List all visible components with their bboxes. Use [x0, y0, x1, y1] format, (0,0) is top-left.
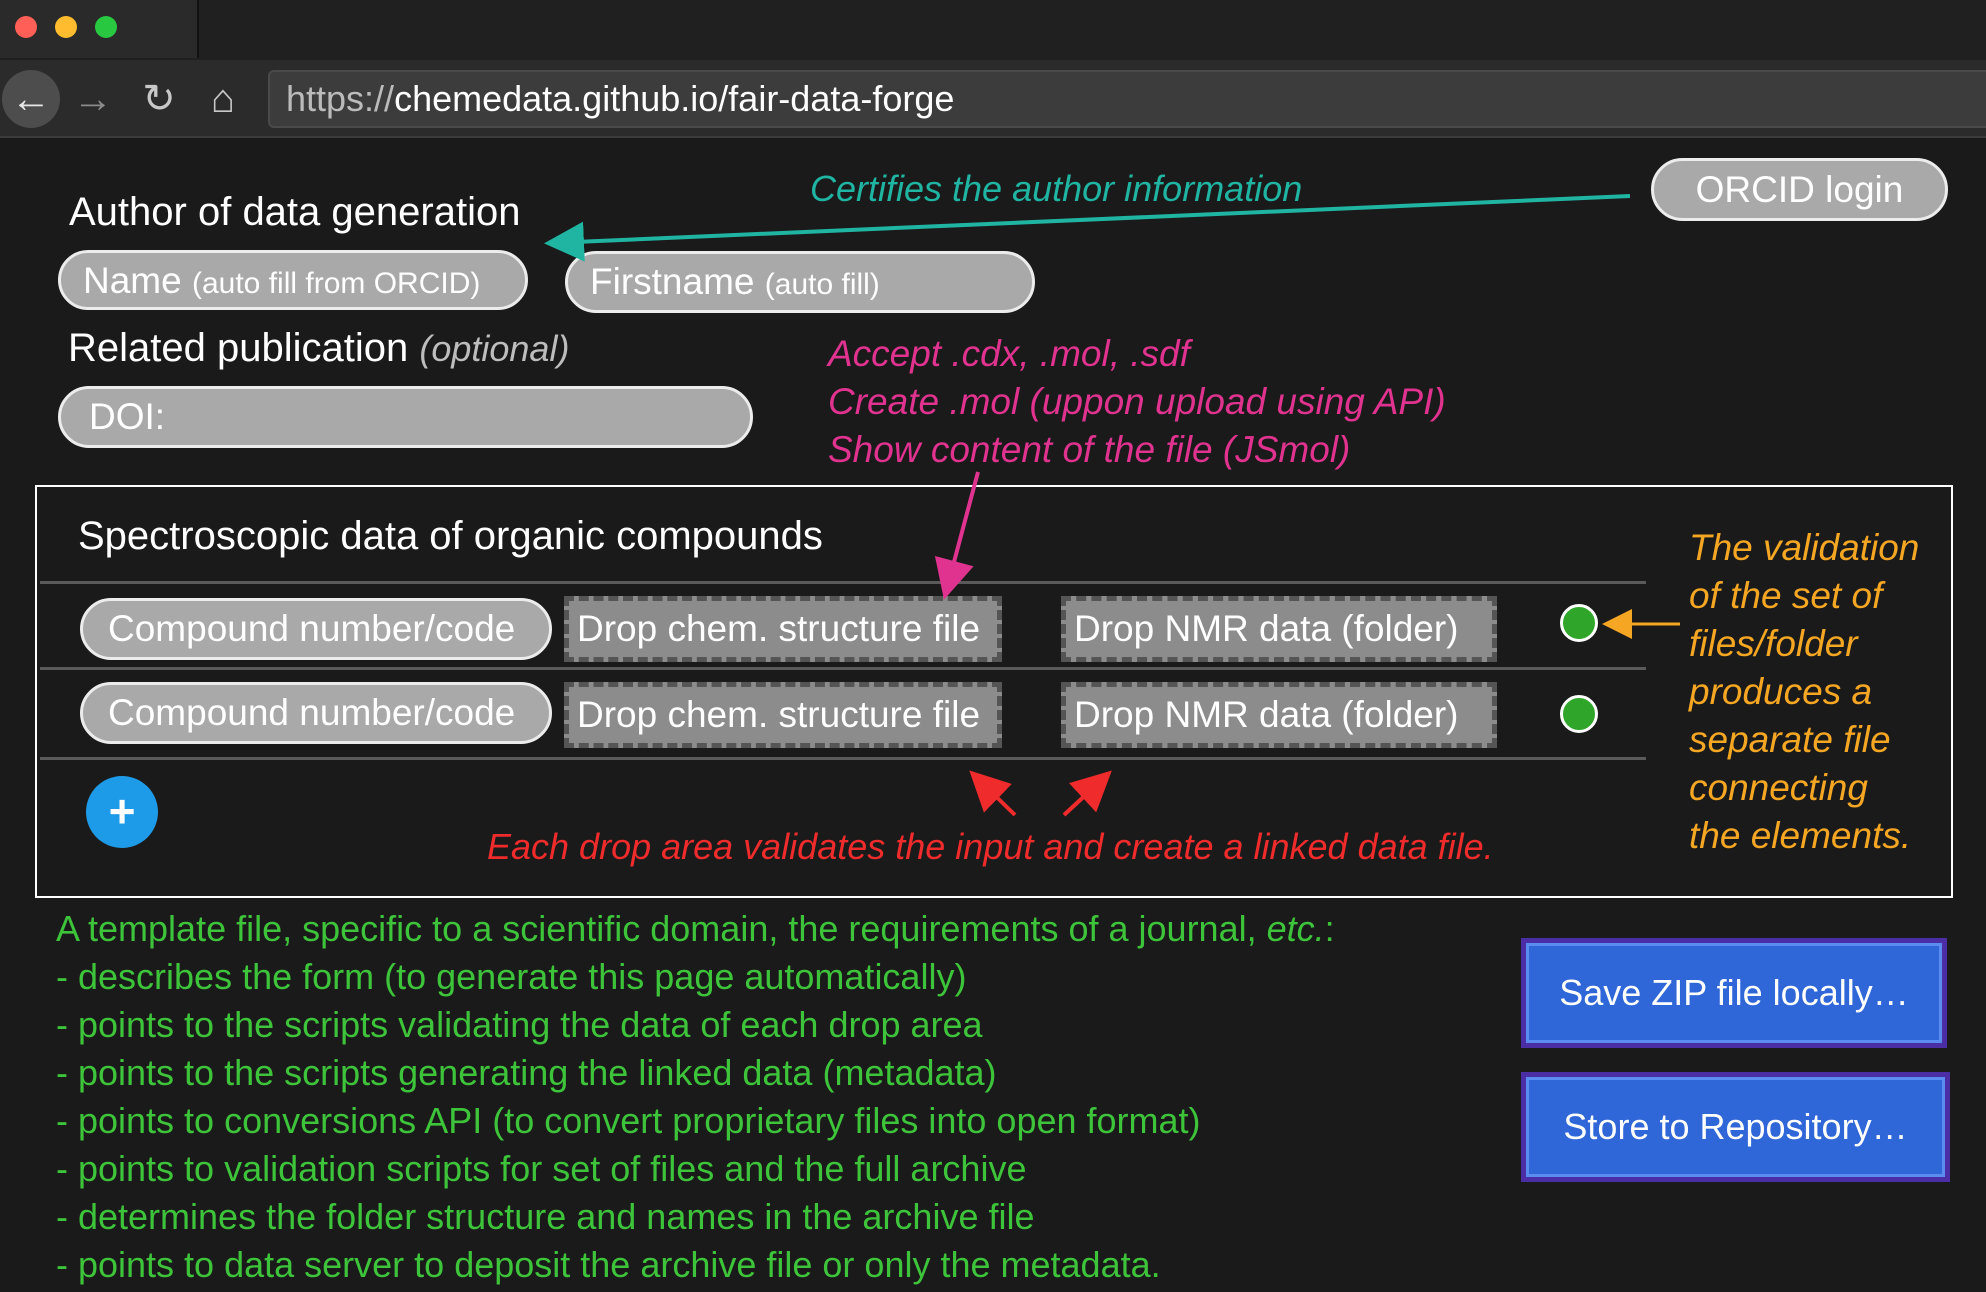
doi-field[interactable]: DOI:: [58, 386, 753, 448]
name-field[interactable]: Name (auto fill from ORCID): [58, 250, 528, 310]
status-ok-icon: [1560, 695, 1598, 733]
optional-tag: (optional): [419, 328, 570, 369]
url-host-path: chemedata.github.io/fair-data-forge: [394, 78, 955, 119]
template-item: - points to conversions API (to convert …: [56, 1100, 1201, 1141]
nmr-drop-area[interactable]: Drop NMR data (folder): [1061, 682, 1497, 748]
forward-arrow-icon[interactable]: →: [66, 72, 120, 126]
template-item: - points to validation scripts for set o…: [56, 1148, 1027, 1189]
template-item: - points to the scripts validating the d…: [56, 1004, 983, 1045]
publication-heading: Related publication (optional): [68, 326, 569, 371]
validation-annotation-line: of the set of: [1689, 575, 1883, 616]
template-item: - determines the folder structure and na…: [56, 1196, 1035, 1237]
template-intro-etc: etc.: [1266, 908, 1325, 949]
template-item: - describes the form (to generate this p…: [56, 956, 967, 997]
store-repository-button[interactable]: Store to Repository…: [1521, 1072, 1950, 1182]
compound-code-field[interactable]: Compound number/code: [80, 682, 552, 744]
compound-code-field[interactable]: Compound number/code: [80, 598, 552, 660]
template-intro-end: :: [1324, 908, 1335, 949]
firstname-field[interactable]: Firstname (auto fill): [565, 251, 1035, 313]
save-zip-button[interactable]: Save ZIP file locally…: [1521, 938, 1947, 1048]
orcid-annotation: Certifies the author information: [810, 168, 1303, 209]
validation-annotation-line: produces a: [1689, 671, 1873, 712]
reload-icon[interactable]: ↻: [132, 72, 186, 126]
validation-annotation-line: the elements.: [1689, 815, 1912, 856]
template-item: - points to the scripts generating the l…: [56, 1052, 997, 1093]
back-arrow-icon[interactable]: ←: [2, 70, 60, 128]
firstname-field-hint: (auto fill): [764, 268, 880, 301]
nmr-drop-area[interactable]: Drop NMR data (folder): [1061, 596, 1497, 662]
validation-annotation: The validation of the set of files/folde…: [1689, 524, 1919, 860]
template-intro: A template file, specific to a scientifi…: [56, 905, 1335, 953]
author-heading: Author of data generation: [69, 190, 521, 234]
validation-annotation-line: The validation: [1689, 527, 1920, 568]
panel-title: Spectroscopic data of organic compounds: [78, 514, 823, 558]
structure-annotation: Accept .cdx, .mol, .sdf Create .mol (upp…: [828, 330, 1446, 474]
drop-area-annotation: Each drop area validates the input and c…: [487, 826, 1494, 867]
home-icon[interactable]: ⌂: [196, 72, 250, 126]
divider: [40, 667, 1646, 670]
orcid-login-button[interactable]: ORCID login: [1651, 158, 1948, 221]
window-titlebar: [0, 0, 1986, 60]
divider: [40, 581, 1646, 584]
publication-heading-text: Related publication: [68, 326, 409, 370]
firstname-field-label: Firstname: [590, 261, 755, 302]
name-field-hint: (auto fill from ORCID): [191, 267, 481, 300]
structure-drop-area[interactable]: Drop chem. structure file: [564, 682, 1002, 748]
name-field-label: Name: [83, 260, 182, 301]
structure-drop-area[interactable]: Drop chem. structure file: [564, 596, 1002, 662]
window-minimize-button[interactable]: [55, 16, 77, 38]
template-item: - points to data server to deposit the a…: [56, 1244, 1161, 1285]
address-bar-url[interactable]: https://chemedata.github.io/fair-data-fo…: [286, 78, 954, 120]
validation-annotation-line: separate file: [1689, 719, 1891, 760]
window-close-button[interactable]: [15, 16, 37, 38]
divider: [40, 757, 1646, 760]
window-maximize-button[interactable]: [95, 16, 117, 38]
structure-annotation-line: Show content of the file (JSmol): [828, 429, 1351, 470]
validation-annotation-line: files/folder: [1689, 623, 1858, 664]
plus-icon[interactable]: +: [86, 776, 158, 848]
validation-annotation-line: connecting: [1689, 767, 1868, 808]
template-description: A template file, specific to a scientifi…: [56, 905, 1335, 1289]
url-scheme: https://: [286, 78, 395, 119]
structure-annotation-line: Accept .cdx, .mol, .sdf: [828, 333, 1190, 374]
status-ok-icon: [1560, 604, 1598, 642]
structure-annotation-line: Create .mol (uppon upload using API): [828, 381, 1446, 422]
template-intro-text: A template file, specific to a scientifi…: [56, 908, 1267, 949]
